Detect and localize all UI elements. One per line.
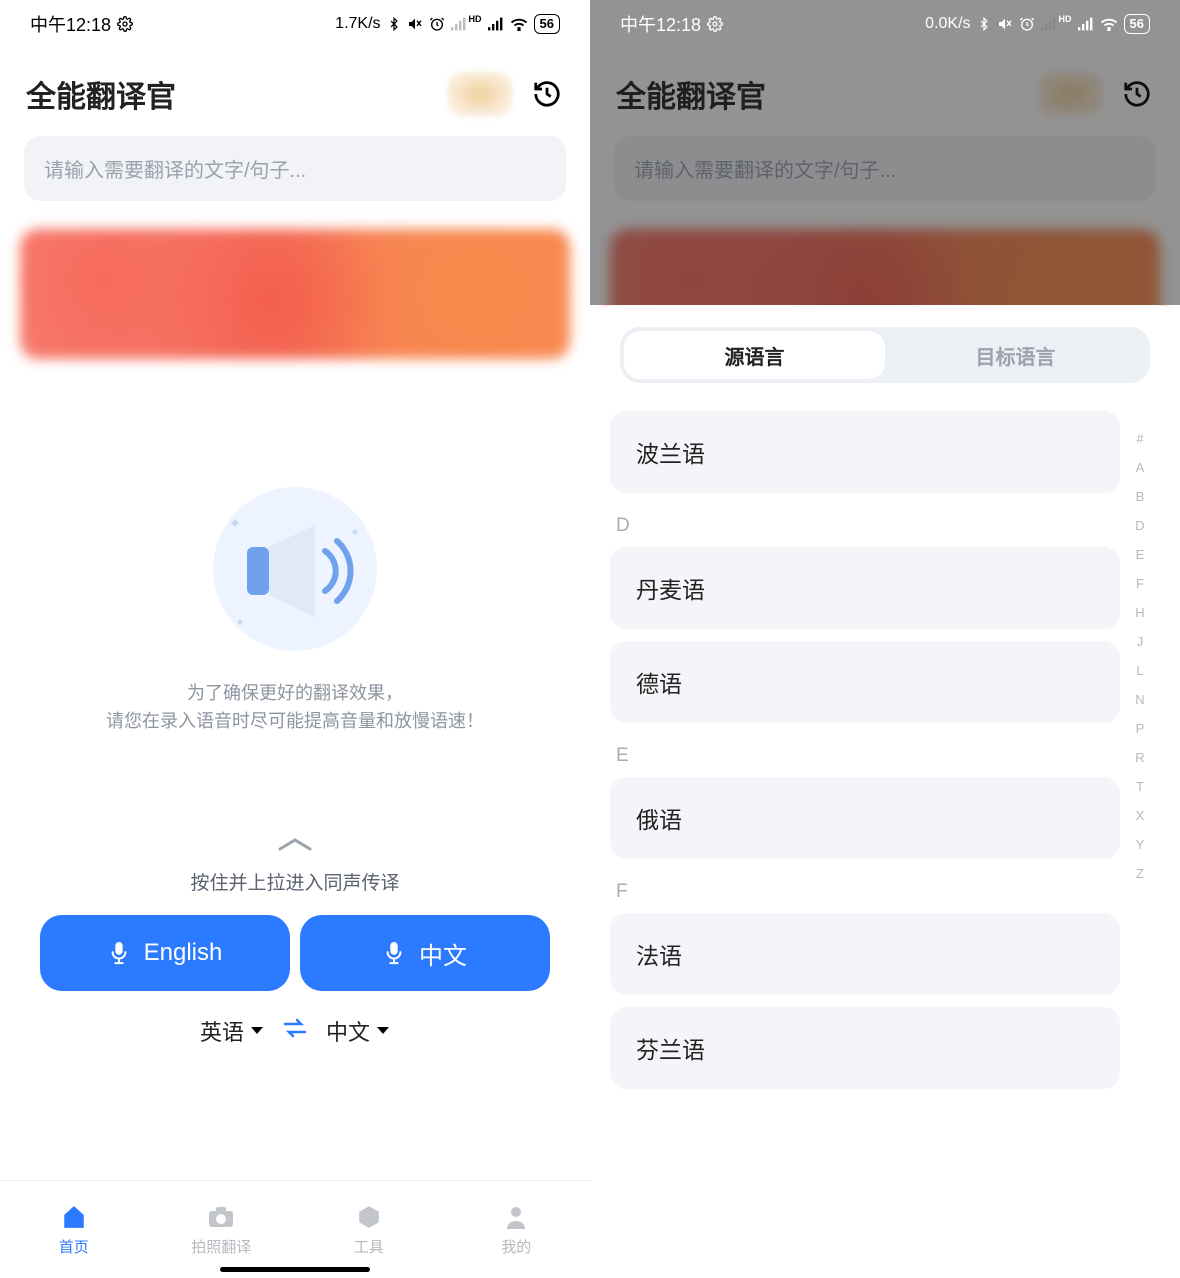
screen-language-picker: 中午12:18 0.0K/s HD 56 全能翻译官 请输入	[590, 0, 1180, 1278]
mute-icon	[997, 16, 1013, 32]
wifi-icon	[510, 17, 528, 31]
history-button[interactable]	[530, 77, 564, 111]
mic-english-button[interactable]: English	[40, 915, 290, 991]
status-speed: 1.7K/s	[335, 15, 380, 33]
nav-tools[interactable]: 工具	[295, 1181, 443, 1278]
section-header: E	[610, 735, 1120, 777]
index-letter[interactable]: P	[1136, 721, 1145, 736]
index-letter[interactable]: #	[1136, 431, 1143, 446]
source-language[interactable]: 英语	[200, 1015, 264, 1047]
caret-down-icon	[376, 1026, 390, 1036]
index-letter[interactable]: T	[1136, 779, 1144, 794]
target-language[interactable]: 中文	[326, 1015, 390, 1047]
section-header: D	[610, 505, 1120, 547]
status-time: 中午12:18	[620, 11, 701, 37]
caret-down-icon	[250, 1026, 264, 1036]
index-letter[interactable]: X	[1136, 808, 1145, 823]
settings-icon	[117, 16, 133, 32]
bluetooth-icon	[387, 16, 401, 32]
index-letter[interactable]: R	[1135, 750, 1144, 765]
wifi-icon	[1100, 17, 1118, 31]
mic-icon	[108, 940, 130, 966]
pull-hint-text: 按住并上拉进入同声传译	[0, 868, 590, 895]
nav-home[interactable]: 首页	[0, 1181, 148, 1278]
status-time: 中午12:18	[30, 11, 111, 37]
chevron-up-icon	[275, 835, 315, 853]
user-avatar[interactable]	[448, 72, 512, 116]
index-letter[interactable]: B	[1136, 489, 1145, 504]
tab-source-language[interactable]: 源语言	[624, 331, 885, 379]
language-list[interactable]: 波兰语D丹麦语德语E俄语F法语芬兰语 #ABDEFHJLNPRTXYZ	[610, 411, 1160, 1278]
bottom-nav: 首页 拍照翻译 工具 我的	[0, 1180, 590, 1278]
input-placeholder: 请输入需要翻译的文字/句子...	[44, 160, 306, 182]
nav-photo[interactable]: 拍照翻译	[148, 1181, 296, 1278]
signal-icon	[488, 17, 504, 31]
alpha-index[interactable]: # ABDEFHJLNPRTXYZ	[1128, 431, 1152, 1258]
language-option[interactable]: 法语	[610, 913, 1120, 995]
tab-target-language[interactable]: 目标语言	[885, 331, 1146, 379]
signal-icon	[1078, 17, 1094, 31]
swap-icon	[282, 1018, 308, 1038]
language-option[interactable]: 波兰语	[610, 411, 1120, 493]
signal-weak-icon	[1041, 17, 1057, 31]
language-option[interactable]: 俄语	[610, 777, 1120, 859]
speaker-icon	[205, 479, 385, 659]
language-sheet: 源语言 目标语言 波兰语D丹麦语德语E俄语F法语芬兰语 #ABDEFHJLNPR…	[590, 305, 1180, 1278]
user-icon	[504, 1204, 528, 1230]
signal-weak-icon	[451, 17, 467, 31]
index-letter[interactable]: Z	[1136, 866, 1144, 881]
index-letter[interactable]: F	[1136, 576, 1144, 591]
home-icon	[61, 1204, 87, 1230]
index-letter[interactable]: H	[1135, 605, 1144, 620]
index-letter[interactable]: A	[1136, 460, 1145, 475]
alarm-icon	[1019, 16, 1035, 32]
language-option[interactable]: 德语	[610, 641, 1120, 723]
battery-indicator: 56	[1124, 14, 1150, 34]
voice-tips: 为了确保更好的翻译效果， 请您在录入语音时尽可能提高音量和放慢语速！	[0, 679, 590, 735]
camera-icon	[207, 1205, 235, 1229]
bluetooth-icon	[977, 16, 991, 32]
app-header: 全能翻译官	[0, 48, 590, 136]
speaker-illustration	[0, 479, 590, 659]
mute-icon	[407, 16, 423, 32]
history-icon	[532, 79, 562, 109]
mic-chinese-button[interactable]: 中文	[300, 915, 550, 991]
pull-chevron	[0, 835, 590, 858]
mic-icon	[383, 940, 405, 966]
tools-icon	[356, 1204, 382, 1230]
index-letter[interactable]: N	[1135, 692, 1144, 707]
nav-mine[interactable]: 我的	[443, 1181, 591, 1278]
screen-home: 中午12:18 1.7K/s HD 56 全能翻译官 请输入需要翻译的文字/句子…	[0, 0, 590, 1278]
index-letter[interactable]: E	[1136, 547, 1145, 562]
status-bar: 中午12:18 1.7K/s HD 56	[0, 0, 590, 48]
language-tabs: 源语言 目标语言	[620, 327, 1150, 383]
index-letter[interactable]: J	[1137, 634, 1144, 649]
index-letter[interactable]: D	[1135, 518, 1144, 533]
status-bar: 中午12:18 0.0K/s HD 56	[590, 0, 1180, 48]
home-indicator	[220, 1267, 370, 1272]
section-header: F	[610, 871, 1120, 913]
index-letter[interactable]: L	[1136, 663, 1143, 678]
language-option[interactable]: 芬兰语	[610, 1007, 1120, 1089]
app-title: 全能翻译官	[26, 72, 448, 116]
language-pair: 英语 中文	[0, 1001, 590, 1057]
settings-icon	[707, 16, 723, 32]
language-option[interactable]: 丹麦语	[610, 547, 1120, 629]
battery-indicator: 56	[534, 14, 560, 34]
translate-input[interactable]: 请输入需要翻译的文字/句子...	[24, 136, 566, 201]
status-speed: 0.0K/s	[925, 15, 970, 33]
alarm-icon	[429, 16, 445, 32]
promo-banner[interactable]	[20, 229, 570, 359]
swap-button[interactable]	[282, 1018, 308, 1044]
index-letter[interactable]: Y	[1136, 837, 1145, 852]
mic-buttons: English 中文	[0, 895, 590, 1001]
